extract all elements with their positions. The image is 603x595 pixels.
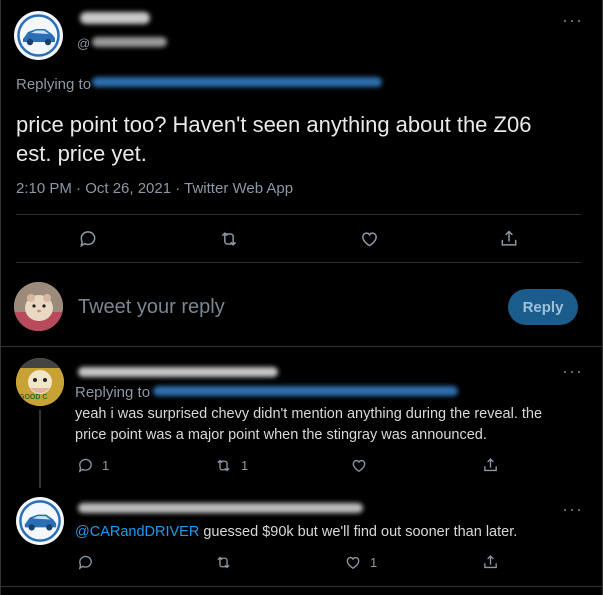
reply1-name-redacted <box>78 367 278 377</box>
reply2-retweet-action[interactable] <box>214 554 241 571</box>
reply2-like-action[interactable]: 1 <box>344 554 377 571</box>
reply1-avatar-text: GOOD C <box>19 394 48 401</box>
reply1-text: yeah i was surprised chevy didn't mentio… <box>75 404 542 446</box>
reply-icon <box>78 458 92 473</box>
author-name-redacted <box>80 12 150 24</box>
replying-to-handle-redacted[interactable] <box>92 77 382 87</box>
author-handle-redacted <box>92 37 167 47</box>
reply1-avatar[interactable]: GOOD C <box>16 358 64 406</box>
reply1-share-action[interactable] <box>482 457 499 474</box>
like-icon <box>346 556 360 569</box>
author-avatar[interactable] <box>14 11 63 60</box>
reply-button[interactable]: Reply <box>508 289 578 325</box>
reply1-retweet-count: 1 <box>241 458 249 473</box>
like-icon[interactable] <box>359 229 380 249</box>
reply2-name-redacted <box>78 503 363 513</box>
more-icon[interactable]: ··· <box>562 500 583 518</box>
replying-to-label: Replying to <box>16 76 92 93</box>
hamster-avatar-image <box>14 282 63 331</box>
more-icon[interactable]: ··· <box>562 362 583 380</box>
share-icon <box>484 555 497 569</box>
reply1-reply-count: 1 <box>102 458 110 473</box>
tweet-timestamp[interactable]: 2:10 PM · Oct 26, 2021 · Twitter Web App <box>16 180 293 197</box>
reply2-avatar[interactable] <box>16 497 64 545</box>
thread-line <box>39 410 41 488</box>
reply1-reply-action[interactable]: 1 <box>77 457 109 474</box>
reply-icon <box>78 555 92 570</box>
reply2-like-count: 1 <box>370 555 378 570</box>
reply1-replying-handle-redacted[interactable] <box>153 386 458 396</box>
retweet-icon <box>217 556 230 569</box>
reply2-share-action[interactable] <box>482 554 499 571</box>
divider <box>16 262 581 263</box>
reply2-text-body: guessed $90k but we'll find out sooner t… <box>199 524 518 540</box>
retweet-icon <box>217 459 230 472</box>
more-icon[interactable]: ··· <box>562 11 583 29</box>
car-logo-icon <box>19 500 61 542</box>
reply1-like-action[interactable] <box>350 457 376 474</box>
reply2-reply-action[interactable] <box>77 554 102 571</box>
share-icon <box>484 458 497 472</box>
reply-input[interactable]: Tweet your reply <box>78 296 225 319</box>
share-icon[interactable] <box>499 229 519 249</box>
tweet-text-line2: est. price yet. <box>16 141 147 166</box>
left-border <box>0 0 1 595</box>
reply2-text: @CARandDRIVER guessed $90k but we'll fin… <box>75 522 517 543</box>
author-handle[interactable]: @ <box>77 36 90 51</box>
reply2-mention-link[interactable]: @CARandDRIVER <box>75 524 199 540</box>
reply1-retweet-action[interactable]: 1 <box>214 457 248 474</box>
retweet-icon[interactable] <box>218 229 240 249</box>
user-avatar[interactable] <box>14 282 63 331</box>
divider <box>0 346 603 347</box>
reply-icon[interactable] <box>78 229 98 249</box>
car-logo-icon <box>17 14 60 57</box>
reply1-text-line1: yeah i was surprised chevy didn't mentio… <box>75 406 543 422</box>
tweet-text: price point too? Haven't seen anything a… <box>16 110 531 168</box>
tweet-text-line1: price point too? Haven't seen anything a… <box>16 112 532 137</box>
like-icon <box>352 459 366 472</box>
reply1-replying-label: Replying to <box>75 384 151 401</box>
divider <box>0 586 603 587</box>
divider <box>16 214 581 215</box>
reply1-text-line2: price point was a major point when the s… <box>75 427 487 443</box>
